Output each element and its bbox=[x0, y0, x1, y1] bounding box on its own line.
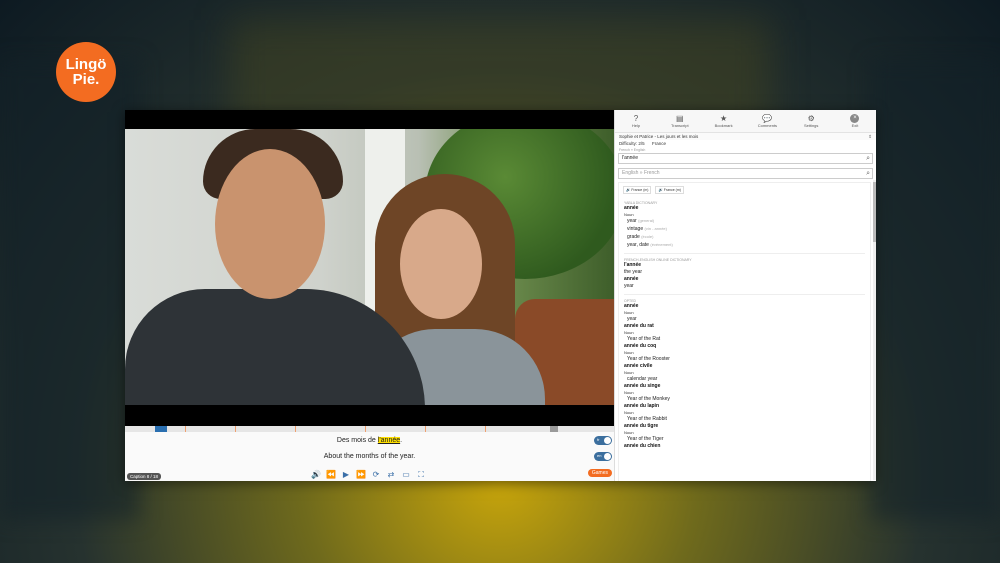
bookmark-button[interactable]: ★ Bookmark bbox=[706, 110, 742, 132]
divider bbox=[624, 294, 865, 295]
games-button[interactable]: Games bbox=[587, 469, 612, 477]
dictionary-panel: ? Help ▤ Transcript ★ Bookmark 💬 Comments ⚙ S… bbox=[614, 110, 876, 481]
definition-note: (general) bbox=[638, 218, 655, 223]
definition-text: vintage bbox=[627, 226, 644, 232]
playback-controls: 🔊 ⏪ ▶ ⏩ ⟳ ⇄ ▭ ⛶ bbox=[311, 470, 426, 480]
dictionary-scrollbar[interactable] bbox=[873, 180, 876, 480]
chevron-updown-icon: ⇕ bbox=[868, 134, 872, 139]
toolbar-label: Comments bbox=[757, 123, 778, 128]
transcript-icon: ▤ bbox=[676, 114, 684, 123]
video-title: Sophie et Patrice - Les jours et les moi… bbox=[619, 134, 699, 139]
audio-button[interactable]: 🔊 France (m) bbox=[655, 186, 684, 194]
toggle-label: fr bbox=[597, 437, 600, 442]
comments-icon: 💬 bbox=[762, 114, 773, 123]
definition-text: year bbox=[624, 283, 634, 289]
difficulty-label: Difficulty: 2/5 bbox=[619, 141, 645, 146]
toolbar-label: Exit bbox=[851, 123, 859, 128]
definition-line: grade (école) bbox=[619, 233, 870, 241]
video-meta: Difficulty: 2/5 France bbox=[615, 140, 876, 148]
fullscreen-icon[interactable]: ⛶ bbox=[416, 470, 426, 480]
subtitle-fr-text: . bbox=[400, 437, 403, 444]
subtitle-french: Des mois de l'année. bbox=[125, 437, 614, 444]
subtitle-fr-text[interactable]: Des mois de bbox=[337, 437, 378, 444]
help-button[interactable]: ? Help bbox=[618, 110, 654, 132]
definition-text: Year of the Rooster bbox=[627, 356, 670, 362]
definition-text: Year of the Rabbit bbox=[627, 416, 667, 422]
toggle-french-subtitles[interactable]: fr bbox=[594, 436, 612, 445]
video-title-select[interactable]: Sophie et Patrice - Les jours et les moi… bbox=[615, 132, 876, 140]
help-icon: ? bbox=[633, 114, 639, 123]
dictionary-headword: année du chien bbox=[624, 443, 661, 449]
subtitle-english: About the months of the year. bbox=[323, 453, 416, 460]
definition-text: year bbox=[627, 316, 637, 322]
audio-row: 🔊 France (m) 🔊 France (m) bbox=[619, 183, 870, 197]
app-window: Des mois de l'année. About the months of… bbox=[125, 110, 876, 481]
dictionary-results: 🔊 France (m) 🔊 France (m) YABLA DICTIONA… bbox=[618, 182, 871, 481]
definition-note: (événement) bbox=[650, 242, 673, 247]
french-search-field[interactable]: l'année ⌕ bbox=[618, 153, 873, 164]
definition-text: Year of the Rat bbox=[627, 336, 661, 342]
forward-icon[interactable]: ⏩ bbox=[356, 470, 366, 480]
definition-text: grade bbox=[627, 234, 640, 240]
definition-line: year (general) bbox=[619, 217, 870, 225]
definition-note: (école) bbox=[641, 234, 654, 239]
definition-text: Year of the Monkey bbox=[627, 396, 670, 402]
scrollbar-thumb[interactable] bbox=[873, 182, 876, 242]
exit-button[interactable]: × Exit bbox=[837, 110, 873, 132]
video-player[interactable] bbox=[125, 110, 614, 426]
scene-woman-head bbox=[400, 209, 482, 319]
transcript-button[interactable]: ▤ Transcript bbox=[662, 110, 698, 132]
english-search-placeholder: English » French bbox=[622, 170, 660, 176]
definition-text: Year of the Tiger bbox=[627, 436, 664, 442]
play-icon[interactable]: ▶ bbox=[341, 470, 351, 480]
volume-icon[interactable]: 🔊 bbox=[311, 470, 321, 480]
background-blur bbox=[0, 60, 140, 520]
screen-icon[interactable]: ▭ bbox=[401, 470, 411, 480]
toolbar-label: Transcript bbox=[670, 123, 689, 128]
country-label: France bbox=[651, 141, 666, 146]
definition-line: year, date (événement) bbox=[619, 241, 870, 249]
toggle-label: en bbox=[597, 453, 602, 458]
exit-icon: × bbox=[850, 114, 860, 123]
subtitle-fr-highlight-word[interactable]: l'année bbox=[377, 437, 401, 444]
toolbar-label: Help bbox=[631, 123, 641, 128]
audio-button[interactable]: 🔊 France (m) bbox=[623, 186, 652, 194]
subtitle-area: Des mois de l'année. About the months of… bbox=[125, 432, 614, 481]
speed-icon[interactable]: ⇄ bbox=[386, 470, 396, 480]
definition-text: year bbox=[627, 218, 637, 224]
scene-man-head bbox=[215, 149, 325, 299]
loop-icon[interactable]: ⟳ bbox=[371, 470, 381, 480]
bookmark-icon: ★ bbox=[720, 114, 728, 123]
settings-icon: ⚙ bbox=[807, 114, 815, 123]
panel-toolbar: ? Help ▤ Transcript ★ Bookmark 💬 Comments ⚙ S… bbox=[615, 110, 876, 132]
rewind-icon[interactable]: ⏪ bbox=[326, 470, 336, 480]
definition-line: vintage (vin - année) bbox=[619, 225, 870, 233]
toggle-english-subtitles[interactable]: en bbox=[594, 452, 612, 461]
background-blur bbox=[870, 60, 1000, 520]
comments-button[interactable]: 💬 Comments bbox=[749, 110, 785, 132]
definition-text: year, date bbox=[627, 242, 649, 248]
definition-note: (vin - année) bbox=[644, 226, 667, 231]
definition-text: calendar year bbox=[627, 376, 658, 382]
search-icon[interactable]: ⌕ bbox=[866, 169, 870, 178]
toolbar-label: Bookmark bbox=[714, 123, 733, 128]
toolbar-label: Settings bbox=[803, 123, 819, 128]
search-icon[interactable]: ⌕ bbox=[866, 154, 870, 163]
divider bbox=[624, 253, 865, 254]
english-search-field[interactable]: English » French ⌕ bbox=[618, 168, 873, 179]
caption-counter: Caption 8 / 18 bbox=[127, 473, 162, 480]
french-search-value: l'année bbox=[622, 155, 638, 161]
settings-button[interactable]: ⚙ Settings bbox=[793, 110, 829, 132]
definition-text: the year bbox=[624, 269, 643, 275]
lingopie-logo: Lingö Pie. bbox=[56, 42, 116, 102]
video-frame[interactable] bbox=[125, 129, 614, 405]
